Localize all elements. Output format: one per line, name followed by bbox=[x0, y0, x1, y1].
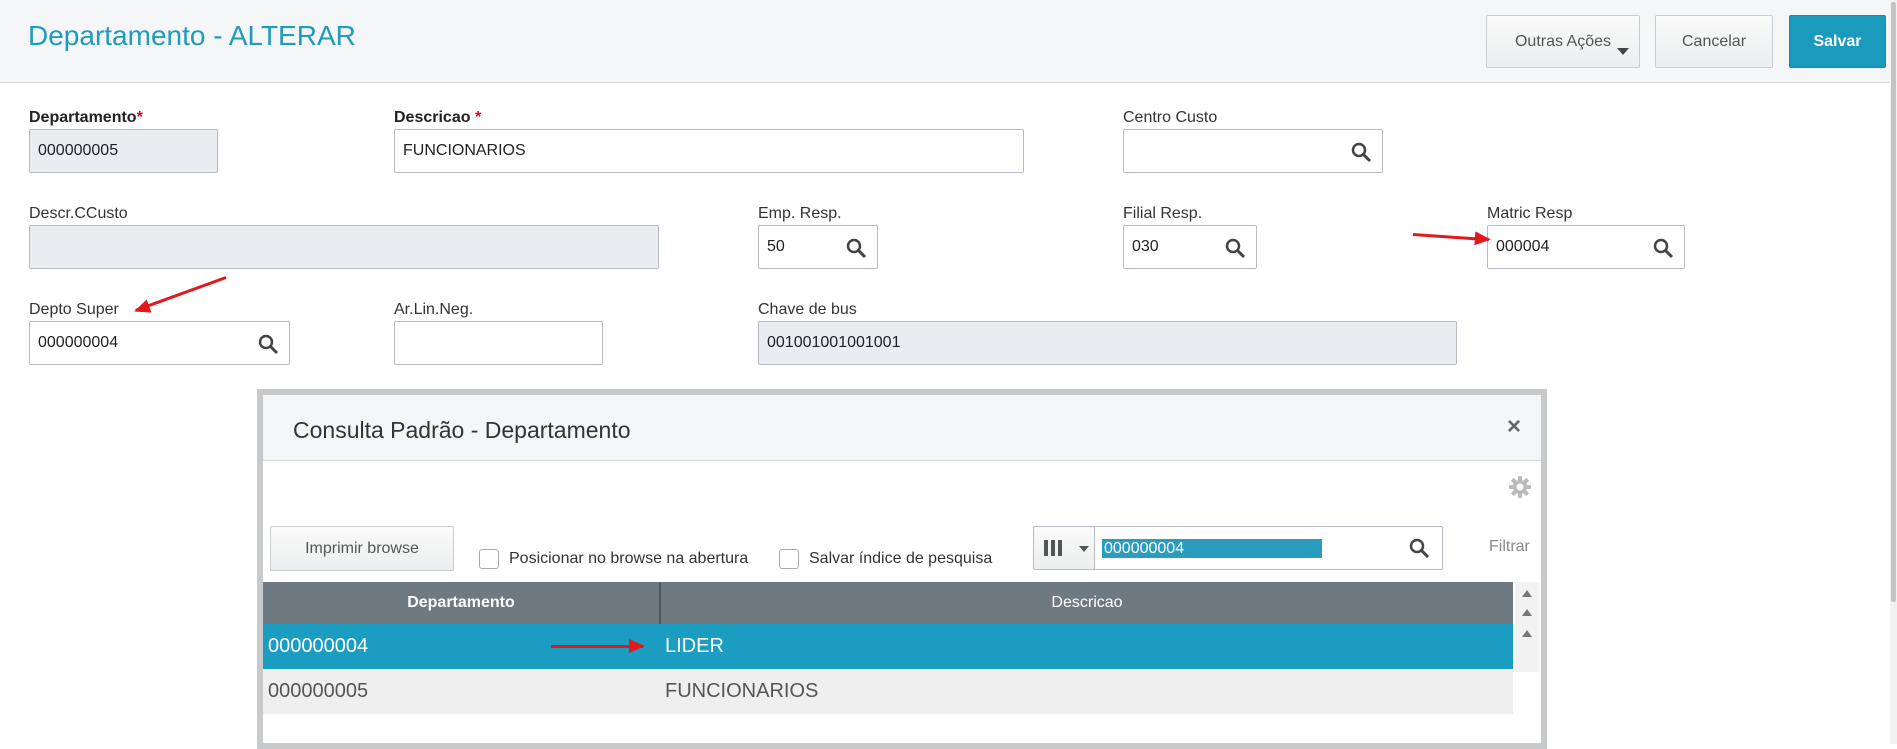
matric-resp-field[interactable]: 000004 bbox=[1487, 225, 1685, 269]
centro-custo-label: Centro Custo bbox=[1123, 109, 1218, 126]
depto-super-label: Depto Super bbox=[29, 301, 119, 318]
page-title: Departamento - ALTERAR bbox=[28, 20, 356, 51]
grid-scrollbar[interactable] bbox=[1515, 582, 1539, 672]
descr-ccusto-field[interactable] bbox=[29, 225, 659, 269]
posicionar-checkbox[interactable] bbox=[479, 549, 499, 569]
outras-acoes-label: Outras Ações bbox=[1514, 32, 1612, 50]
departamento-label: Departamento* bbox=[29, 109, 143, 126]
depto-super-field[interactable]: 000000004 bbox=[29, 321, 290, 365]
dialog-header: Consulta Padrão - Departamento × bbox=[263, 395, 1541, 461]
print-browse-button[interactable]: Imprimir browse bbox=[270, 526, 454, 571]
departamento-field[interactable]: 000000005 bbox=[29, 129, 218, 173]
filial-resp-value: 030 bbox=[1132, 238, 1159, 255]
column-header-descricao[interactable]: Descricao bbox=[661, 582, 1513, 624]
chevron-down-icon bbox=[1617, 48, 1629, 55]
emp-resp-value: 50 bbox=[767, 238, 785, 255]
page-header: Departamento - ALTERAR Outras Ações Canc… bbox=[0, 0, 1890, 83]
gear-icon[interactable] bbox=[1509, 476, 1531, 498]
scrollbar-thumb[interactable] bbox=[1891, 2, 1896, 602]
chave-de-bus-field[interactable]: 001001001001001 bbox=[758, 321, 1457, 365]
dialog-title: Consulta Padrão - Departamento bbox=[293, 417, 631, 443]
search-icon[interactable] bbox=[845, 237, 867, 259]
table-row[interactable]: 000000004 LIDER bbox=[263, 624, 1513, 669]
dialog-search-input[interactable]: 000000004 bbox=[1102, 539, 1322, 558]
scroll-top-icon[interactable] bbox=[1522, 590, 1532, 597]
page-scrollbar[interactable] bbox=[1890, 0, 1897, 744]
cell-departamento: 000000004 bbox=[268, 635, 369, 657]
chave-de-bus-label: Chave de bus bbox=[758, 301, 857, 318]
descricao-label: Descricao * bbox=[394, 109, 482, 126]
descr-ccusto-label: Descr.CCusto bbox=[29, 205, 128, 222]
search-icon[interactable] bbox=[1408, 537, 1430, 559]
annotation-arrow bbox=[135, 276, 227, 312]
annotation-arrow bbox=[1412, 233, 1489, 242]
matric-resp-label: Matric Resp bbox=[1487, 205, 1573, 222]
ar-lin-neg-label: Ar.Lin.Neg. bbox=[394, 301, 474, 318]
annotation-arrow bbox=[551, 639, 645, 653]
scroll-page-up-icon[interactable] bbox=[1522, 609, 1532, 616]
dialog-search-group: 000000004 bbox=[1033, 526, 1443, 570]
filial-resp-field[interactable]: 030 bbox=[1123, 225, 1257, 269]
search-icon[interactable] bbox=[257, 333, 279, 355]
outras-acoes-button[interactable]: Outras Ações bbox=[1486, 15, 1640, 68]
salvar-indice-checkbox[interactable] bbox=[779, 549, 799, 569]
columns-icon bbox=[1044, 540, 1065, 561]
ar-lin-neg-field[interactable] bbox=[394, 321, 603, 365]
filial-resp-label: Filial Resp. bbox=[1123, 205, 1203, 222]
scroll-up-icon[interactable] bbox=[1522, 630, 1532, 637]
table-row[interactable]: 000000005 FUNCIONARIOS bbox=[263, 669, 1513, 714]
emp-resp-label: Emp. Resp. bbox=[758, 205, 842, 222]
matric-resp-value: 000004 bbox=[1496, 238, 1550, 255]
column-header-departamento[interactable]: Departamento bbox=[263, 582, 661, 624]
cell-departamento: 000000005 bbox=[268, 680, 369, 702]
close-icon[interactable]: × bbox=[1507, 413, 1521, 441]
descricao-field[interactable]: FUNCIONARIOS bbox=[394, 129, 1024, 173]
depto-super-value: 000000004 bbox=[38, 334, 119, 351]
search-icon[interactable] bbox=[1350, 141, 1372, 163]
search-icon[interactable] bbox=[1224, 237, 1246, 259]
grid-header: Departamento Descricao bbox=[263, 582, 1513, 624]
required-mark: * bbox=[136, 109, 143, 126]
cell-descricao: FUNCIONARIOS bbox=[665, 680, 819, 702]
cell-descricao: LIDER bbox=[665, 635, 724, 657]
save-button[interactable]: Salvar bbox=[1789, 15, 1886, 68]
posicionar-checkbox-label: Posicionar no browse na abertura bbox=[509, 550, 749, 567]
columns-dropdown-button[interactable] bbox=[1034, 527, 1095, 569]
emp-resp-field[interactable]: 50 bbox=[758, 225, 878, 269]
search-icon[interactable] bbox=[1652, 237, 1674, 259]
centro-custo-field[interactable] bbox=[1123, 129, 1383, 173]
cancel-button[interactable]: Cancelar bbox=[1655, 15, 1773, 68]
filter-link[interactable]: Filtrar bbox=[1489, 538, 1530, 556]
salvar-indice-checkbox-label: Salvar índice de pesquisa bbox=[809, 550, 993, 567]
consulta-padrao-dialog: Consulta Padrão - Departamento × Imprimi… bbox=[257, 389, 1547, 749]
required-mark: * bbox=[474, 109, 482, 126]
chevron-down-icon bbox=[1079, 546, 1089, 552]
